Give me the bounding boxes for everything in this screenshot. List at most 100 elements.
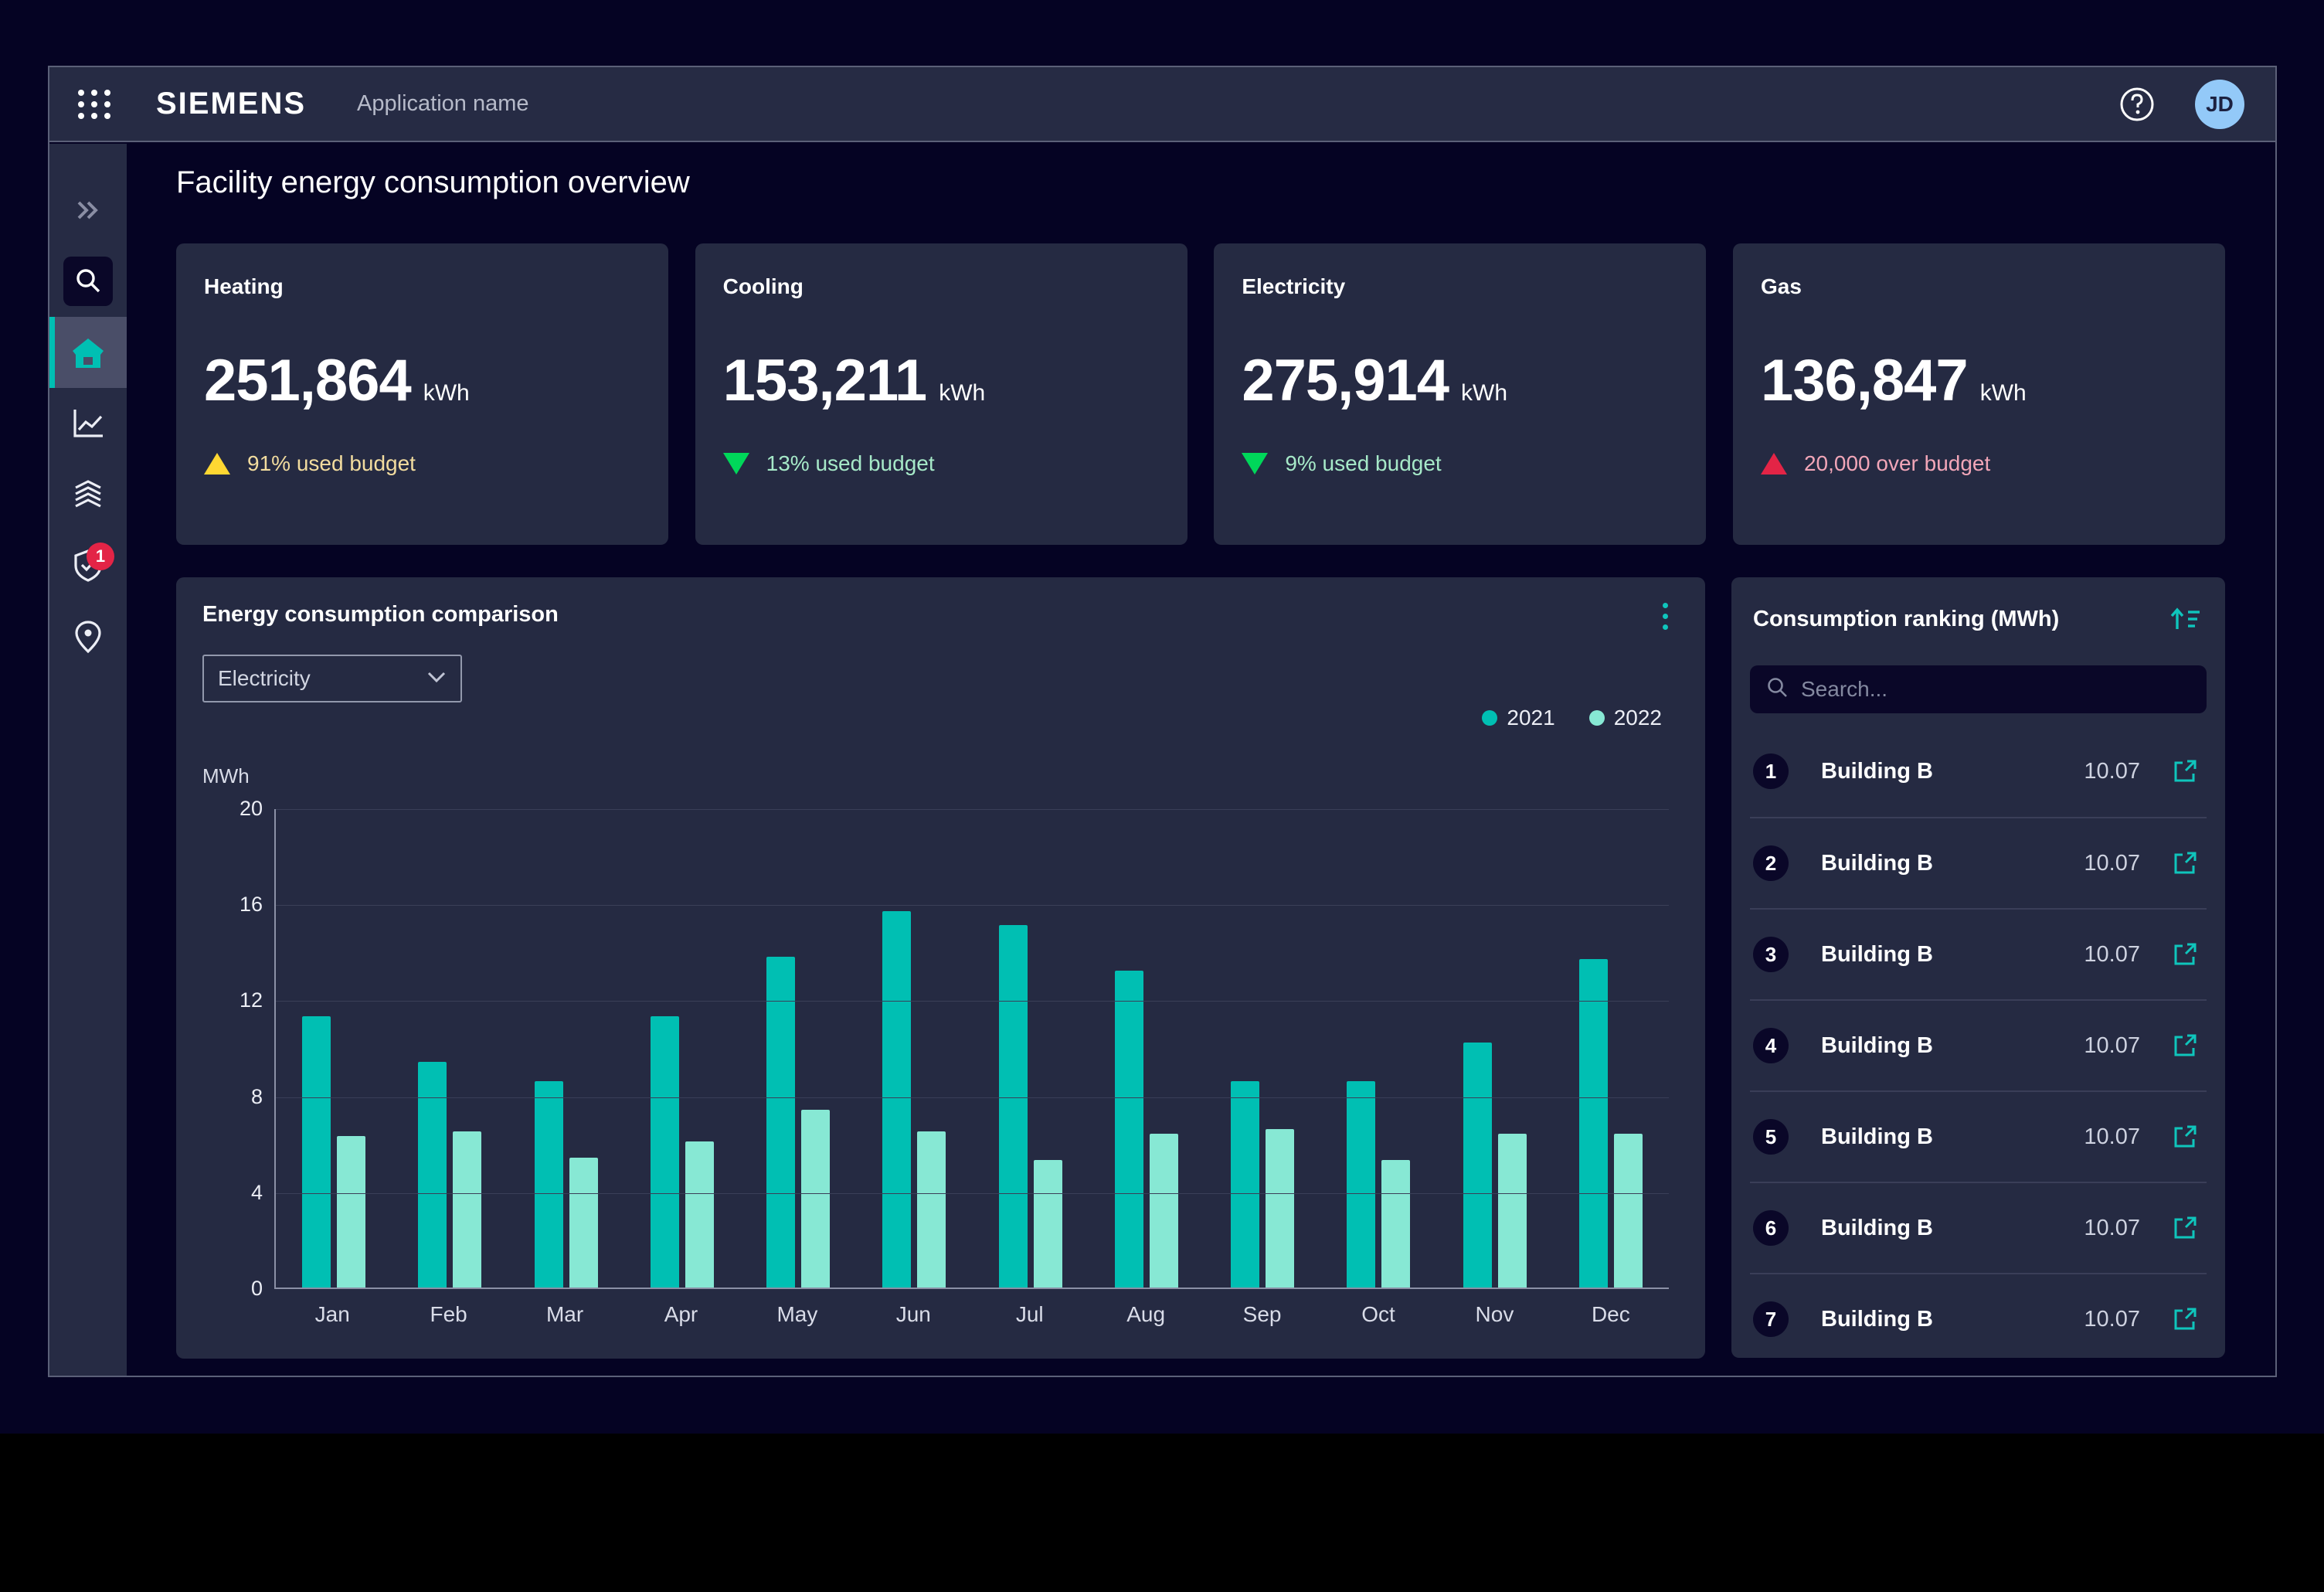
bar-2022-may (801, 1110, 830, 1288)
ranking-row[interactable]: 4 Building B 10.07 (1750, 999, 2207, 1090)
bar-group-jun (856, 809, 972, 1288)
rank-badge: 7 (1753, 1301, 1789, 1337)
sidebar-item-compliance[interactable]: 1 (49, 530, 127, 601)
ranking-list: 1 Building B 10.07 2 Building B 10.07 (1750, 726, 2207, 1364)
legend-item-2021[interactable]: 2021 (1482, 706, 1554, 730)
external-link-icon[interactable] (2168, 1302, 2202, 1336)
external-link-icon[interactable] (2168, 1029, 2202, 1063)
ranking-row[interactable]: 3 Building B 10.07 (1750, 908, 2207, 999)
bar-2021-sep (1231, 1081, 1259, 1288)
ranking-row[interactable]: 7 Building B 10.07 (1750, 1273, 2207, 1364)
sort-ascending-icon[interactable] (2166, 600, 2203, 638)
kebab-menu-icon[interactable] (1648, 594, 1682, 638)
y-tick-label: 16 (178, 893, 263, 917)
consumption-value: 10.07 (2084, 1307, 2140, 1332)
kpi-delta-text: 91% used budget (247, 451, 416, 476)
chart-plot (274, 809, 1669, 1289)
building-name: Building B (1821, 1307, 2084, 1332)
chart-card: Energy consumption comparison Electricit… (176, 577, 1705, 1359)
rank-badge: 1 (1753, 753, 1789, 789)
bar-group-may (740, 809, 856, 1288)
y-axis-title: MWh (202, 764, 250, 788)
rank-badge: 5 (1753, 1119, 1789, 1155)
sidebar-item-locations[interactable] (49, 601, 127, 672)
consumption-value: 10.07 (2084, 1216, 2140, 1241)
legend-dot-2021 (1482, 710, 1497, 726)
legend-item-2022[interactable]: 2022 (1589, 706, 1662, 730)
ranking-row[interactable]: 6 Building B 10.07 (1750, 1182, 2207, 1273)
consumption-value: 10.07 (2084, 942, 2140, 968)
consumption-value: 10.07 (2084, 1124, 2140, 1150)
x-tick-label: Jun (855, 1302, 971, 1327)
x-tick-label: Mar (507, 1302, 623, 1327)
bar-group-jul (973, 809, 1089, 1288)
gridline (276, 1193, 1669, 1194)
x-tick-label: Feb (390, 1302, 506, 1327)
search-input[interactable] (1801, 677, 2191, 702)
notification-badge: 1 (87, 543, 114, 570)
app-launcher-icon[interactable] (77, 87, 111, 121)
x-tick-label: Aug (1088, 1302, 1204, 1327)
external-link-icon[interactable] (2168, 1120, 2202, 1154)
external-link-icon[interactable] (2168, 754, 2202, 788)
bar-2022-oct (1381, 1160, 1410, 1288)
bar-group-feb (392, 809, 508, 1288)
application-name: Application name (357, 91, 528, 117)
trend-down-icon (723, 453, 749, 475)
gridline (276, 1001, 1669, 1002)
x-axis-labels: JanFebMarAprMayJunJulAugSepOctNovDec (274, 1302, 1669, 1327)
ranking-row[interactable]: 1 Building B 10.07 (1750, 726, 2207, 817)
energy-type-dropdown[interactable]: Electricity (202, 655, 462, 702)
avatar[interactable]: JD (2195, 80, 2244, 129)
x-tick-label: Jul (972, 1302, 1088, 1327)
bar-2021-jul (999, 925, 1028, 1288)
kpi-unit: kWh (939, 380, 985, 407)
kpi-value: 251,864 (204, 347, 411, 414)
chart-legend: 2021 2022 (1482, 706, 1662, 730)
sidebar-item-layers[interactable] (49, 459, 127, 530)
external-link-icon[interactable] (2168, 1211, 2202, 1245)
bar-2022-jun (917, 1131, 946, 1288)
sidebar-item-home[interactable] (49, 317, 127, 388)
ranking-row[interactable]: 2 Building B 10.07 (1750, 817, 2207, 908)
y-tick-label: 4 (178, 1181, 263, 1205)
bar-2022-feb (453, 1131, 481, 1288)
siemens-logo: SIEMENS (156, 87, 306, 121)
location-pin-icon (73, 620, 103, 654)
bar-2022-dec (1614, 1134, 1643, 1288)
desktop-backdrop: SIEMENS Application name JD (0, 0, 2324, 1434)
bar-2022-jul (1034, 1160, 1062, 1288)
search-icon (63, 257, 113, 306)
chevron-down-icon (426, 671, 447, 687)
sidebar-item-analytics[interactable] (49, 388, 127, 459)
bar-2021-apr (651, 1016, 679, 1288)
bar-2022-mar (569, 1158, 598, 1288)
building-name: Building B (1821, 851, 2084, 876)
external-link-icon[interactable] (2168, 846, 2202, 880)
bar-2021-mar (535, 1081, 563, 1288)
search-icon (1765, 676, 1789, 703)
ranking-search (1750, 665, 2207, 713)
trend-up-icon (1761, 453, 1787, 475)
external-link-icon[interactable] (2168, 937, 2202, 971)
bar-2022-apr (685, 1141, 714, 1288)
kpi-unit: kWh (1461, 380, 1507, 407)
legend-dot-2022 (1589, 710, 1605, 726)
bar-2021-jun (882, 911, 911, 1288)
building-name: Building B (1821, 759, 2084, 784)
ranking-row[interactable]: 5 Building B 10.07 (1750, 1090, 2207, 1182)
sidebar-expand-button[interactable] (49, 175, 127, 246)
sidebar-item-search[interactable] (49, 246, 127, 317)
kpi-value: 136,847 (1761, 347, 1968, 414)
kpi-card-cooling: Cooling 153,211 kWh 13% used budget (695, 243, 1187, 545)
help-icon[interactable] (2119, 87, 2155, 122)
bar-2021-feb (418, 1062, 447, 1288)
bar-2022-sep (1266, 1129, 1294, 1288)
building-name: Building B (1821, 942, 2084, 968)
bar-2021-aug (1115, 971, 1143, 1288)
bar-2022-jan (337, 1136, 365, 1288)
ranking-card: Consumption ranking (MWh) (1731, 577, 2225, 1358)
rank-badge: 3 (1753, 937, 1789, 972)
y-tick-label: 0 (178, 1277, 263, 1301)
x-tick-label: Nov (1436, 1302, 1552, 1327)
